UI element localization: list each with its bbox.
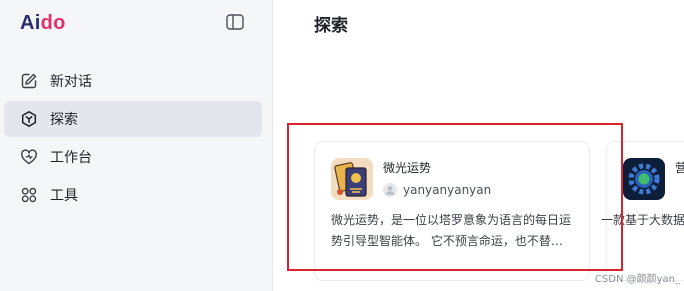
edit-icon — [20, 72, 38, 90]
agent-description: 一款基于大数据分析项目目标 — [601, 213, 684, 227]
agent-description: 微光运势，是一位以塔罗意象为语言的每日运势引导型智能体。 它不预言命运，也不替… — [331, 213, 572, 248]
sidebar-toggle-button[interactable] — [226, 14, 244, 30]
main-content: 探索 微光运势 yanyanyanyan 微光运势，是一位以塔罗意象为语言的每日… — [274, 0, 684, 291]
sidebar-nav: 新对话 探索 工作台 工具 — [4, 63, 262, 215]
agent-card[interactable]: 微光运势 yanyanyanyan 微光运势，是一位以塔罗意象为语言的每日运势引… — [314, 141, 590, 281]
sidebar-item-explore[interactable]: 探索 — [4, 101, 262, 137]
sidebar-item-label: 工具 — [50, 188, 78, 204]
sidebar: Ai do 新对话 探索 工作台 工具 — [0, 0, 273, 291]
tarot-avatar-icon — [331, 158, 373, 200]
sidebar-item-new-chat[interactable]: 新对话 — [4, 63, 262, 99]
sidebar-item-label: 工作台 — [50, 150, 92, 166]
heart-icon — [20, 148, 38, 166]
watermark: CSDN @颜颜yan_ — [594, 274, 680, 285]
explore-icon — [20, 110, 38, 128]
agent-card[interactable]: 营 一款基于大数据分析项目目标 — [601, 141, 684, 281]
page-title: 探索 — [314, 16, 348, 36]
logo-text-ai: Ai — [20, 11, 41, 34]
agent-name: 营 — [675, 161, 684, 175]
agent-author: yanyanyanyan — [383, 183, 491, 197]
grid-icon — [20, 186, 38, 204]
gear-avatar-icon — [623, 158, 665, 200]
user-avatar-icon — [383, 183, 397, 197]
sidebar-panel-icon — [226, 14, 244, 30]
sidebar-item-workbench[interactable]: 工作台 — [4, 139, 262, 175]
app-logo[interactable]: Ai do — [20, 10, 66, 36]
author-name: yanyanyanyan — [403, 183, 492, 197]
logo-text-do: do — [40, 11, 66, 34]
sidebar-item-tools[interactable]: 工具 — [4, 177, 262, 213]
sidebar-item-label: 探索 — [50, 112, 78, 128]
agent-name: 微光运势 — [383, 161, 432, 175]
sidebar-item-label: 新对话 — [50, 74, 92, 90]
